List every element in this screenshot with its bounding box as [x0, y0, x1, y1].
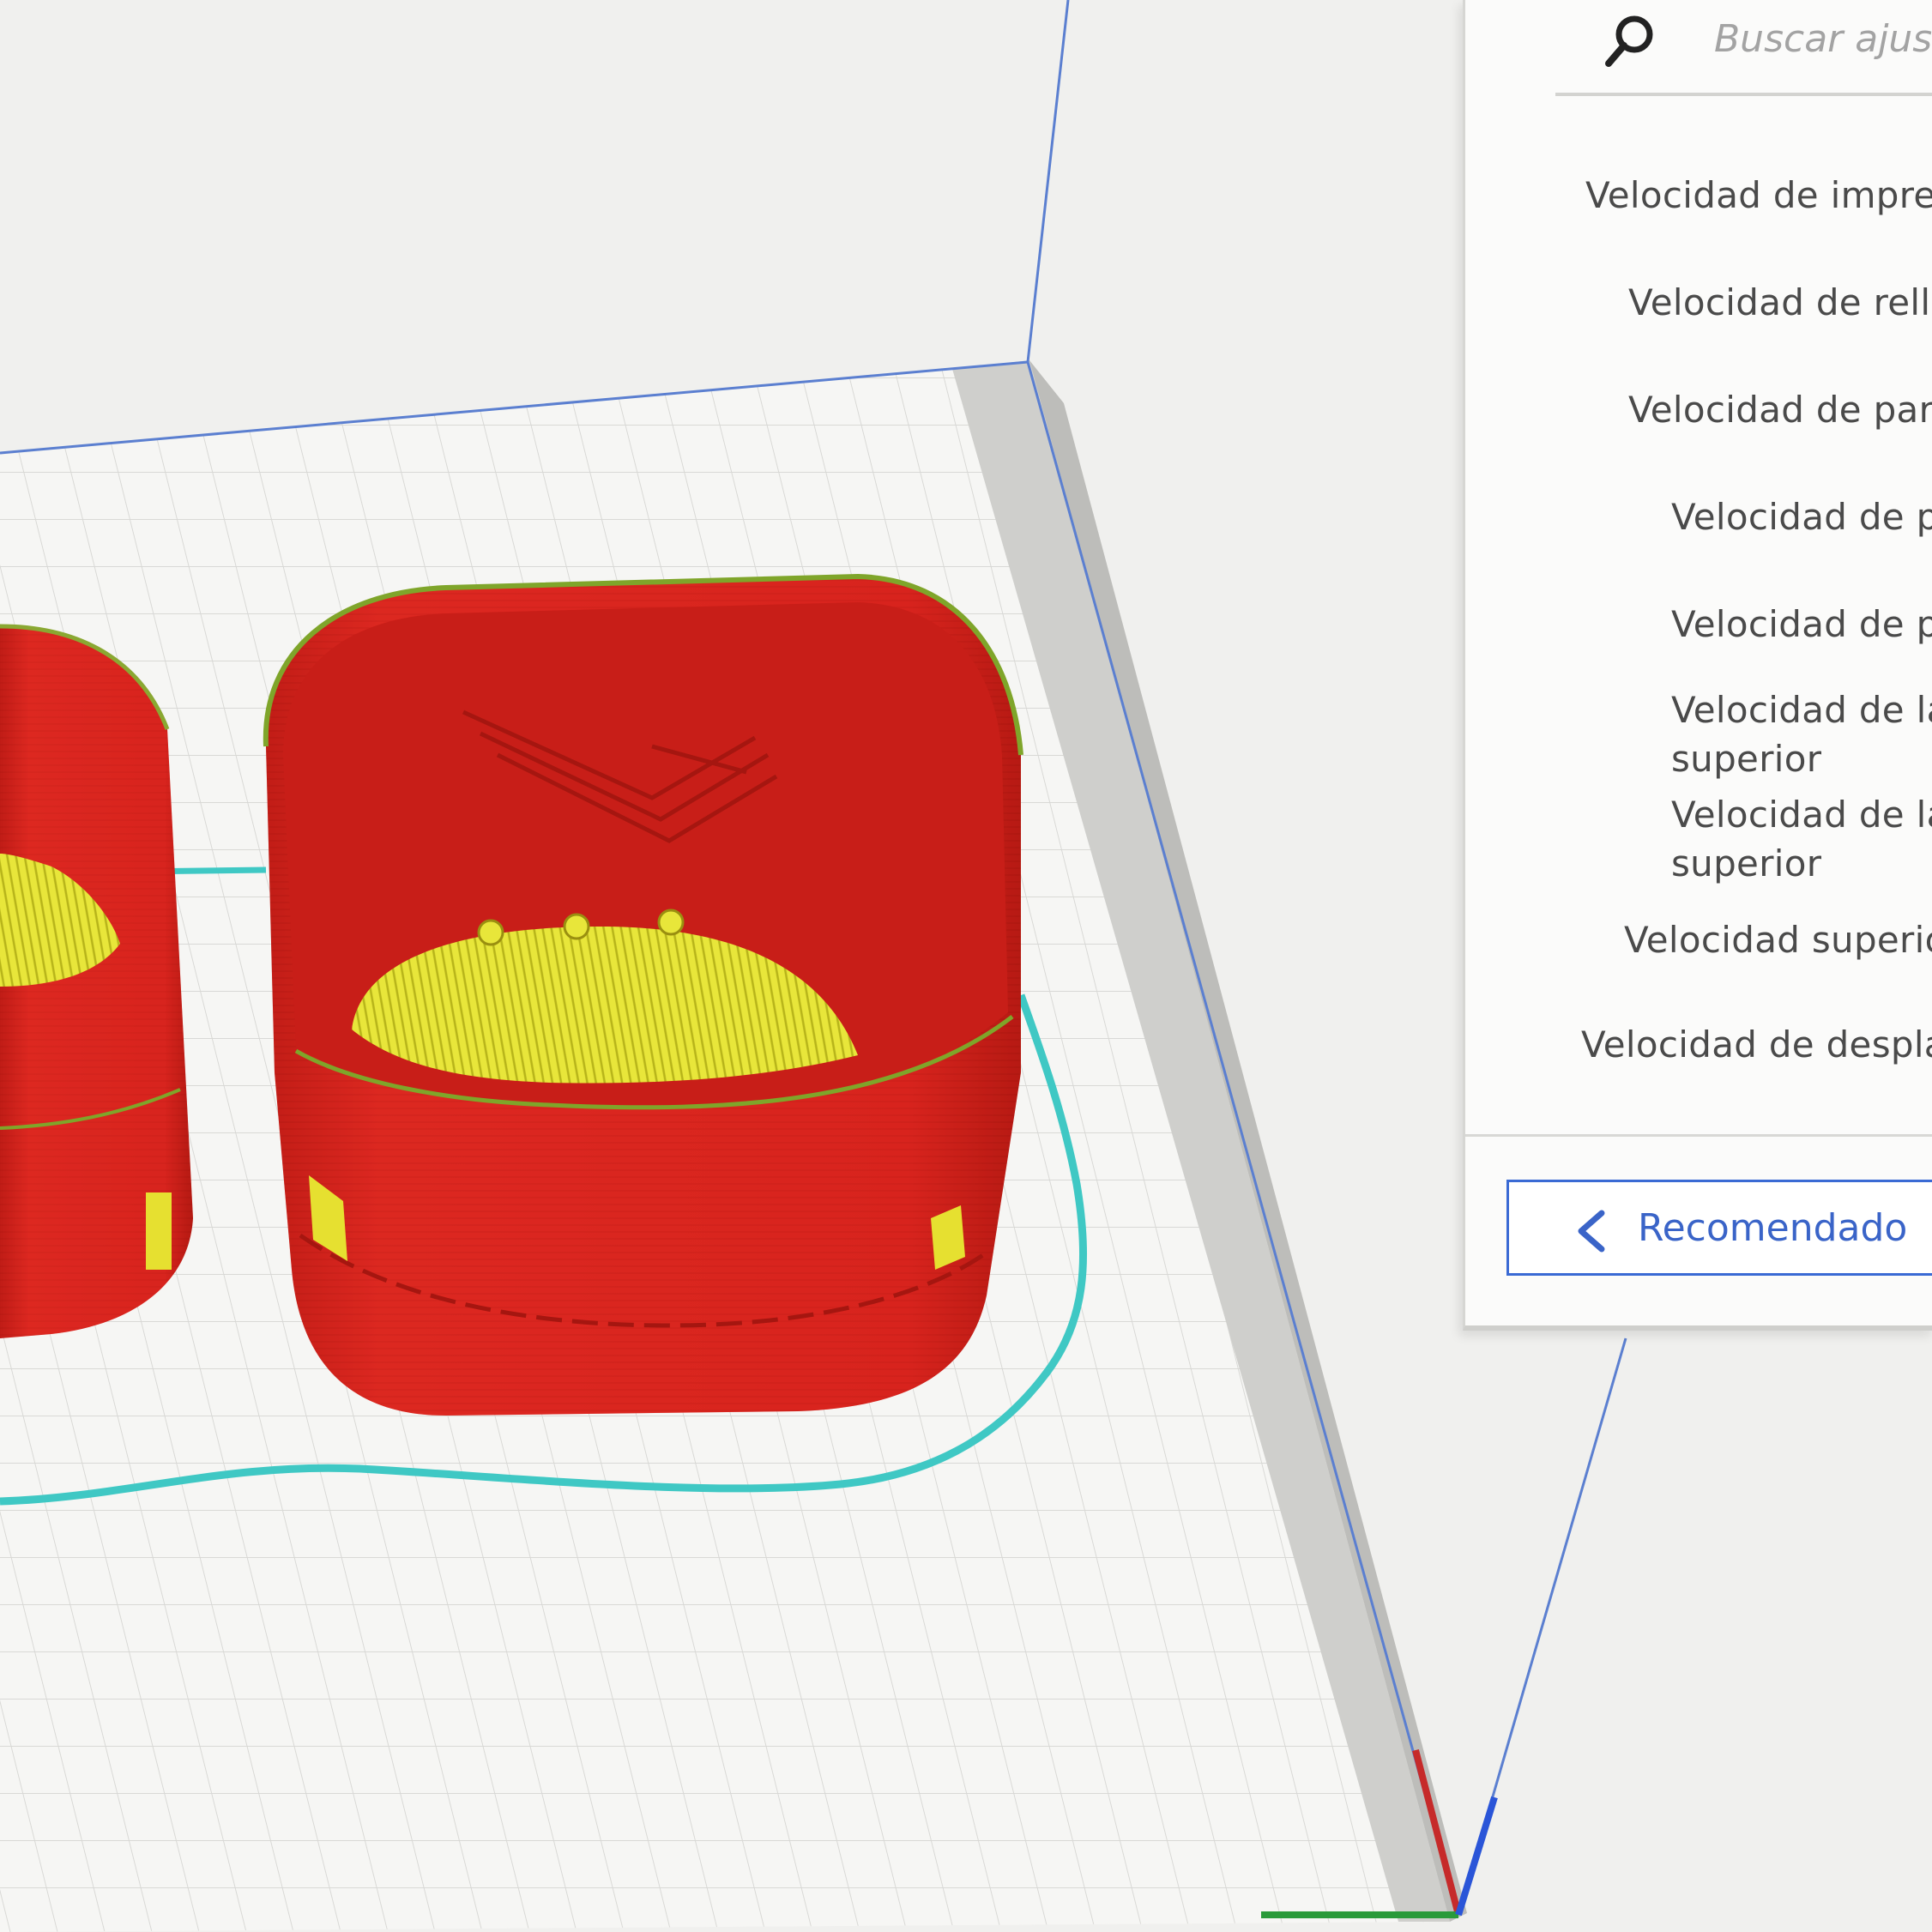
- model-left: [0, 624, 193, 1338]
- setting-print-speed-label[interactable]: Velocidad de impres: [1585, 172, 1932, 220]
- setting-top-bottom-speed-label[interactable]: Velocidad superio: [1624, 916, 1932, 964]
- model-main: [263, 573, 1023, 1416]
- setting-travel-speed-label[interactable]: Velocidad de desplaz: [1581, 1021, 1932, 1069]
- setting-top-surface-skin-speed-sublabel: superior: [1671, 842, 1822, 884]
- setting-outer-wall-speed-label[interactable]: Velocidad de p: [1671, 493, 1932, 541]
- search-icon: [1605, 15, 1653, 67]
- setting-top-surface-wall-speed-label[interactable]: Velocidad de la: [1671, 686, 1932, 734]
- setting-wall-speed-label[interactable]: Velocidad de pare: [1628, 386, 1932, 434]
- settings-search-bar: [1555, 0, 1932, 96]
- setting-top-surface-skin-speed-label[interactable]: Velocidad de la: [1671, 791, 1932, 839]
- settings-search-input[interactable]: [1714, 9, 1932, 69]
- panel-divider: [1465, 1134, 1932, 1137]
- setting-top-surface-wall-speed-sublabel: superior: [1671, 738, 1822, 780]
- print-settings-panel: Velocidad de impres Velocidad de relle V…: [1463, 0, 1932, 1331]
- recommended-mode-button[interactable]: Recomendado: [1506, 1180, 1932, 1276]
- chevron-left-icon: [1578, 1210, 1605, 1253]
- setting-infill-speed-label[interactable]: Velocidad de relle: [1628, 279, 1932, 327]
- setting-inner-wall-speed-label[interactable]: Velocidad de p: [1671, 601, 1932, 649]
- recommended-button-label: Recomendado: [1638, 1206, 1908, 1250]
